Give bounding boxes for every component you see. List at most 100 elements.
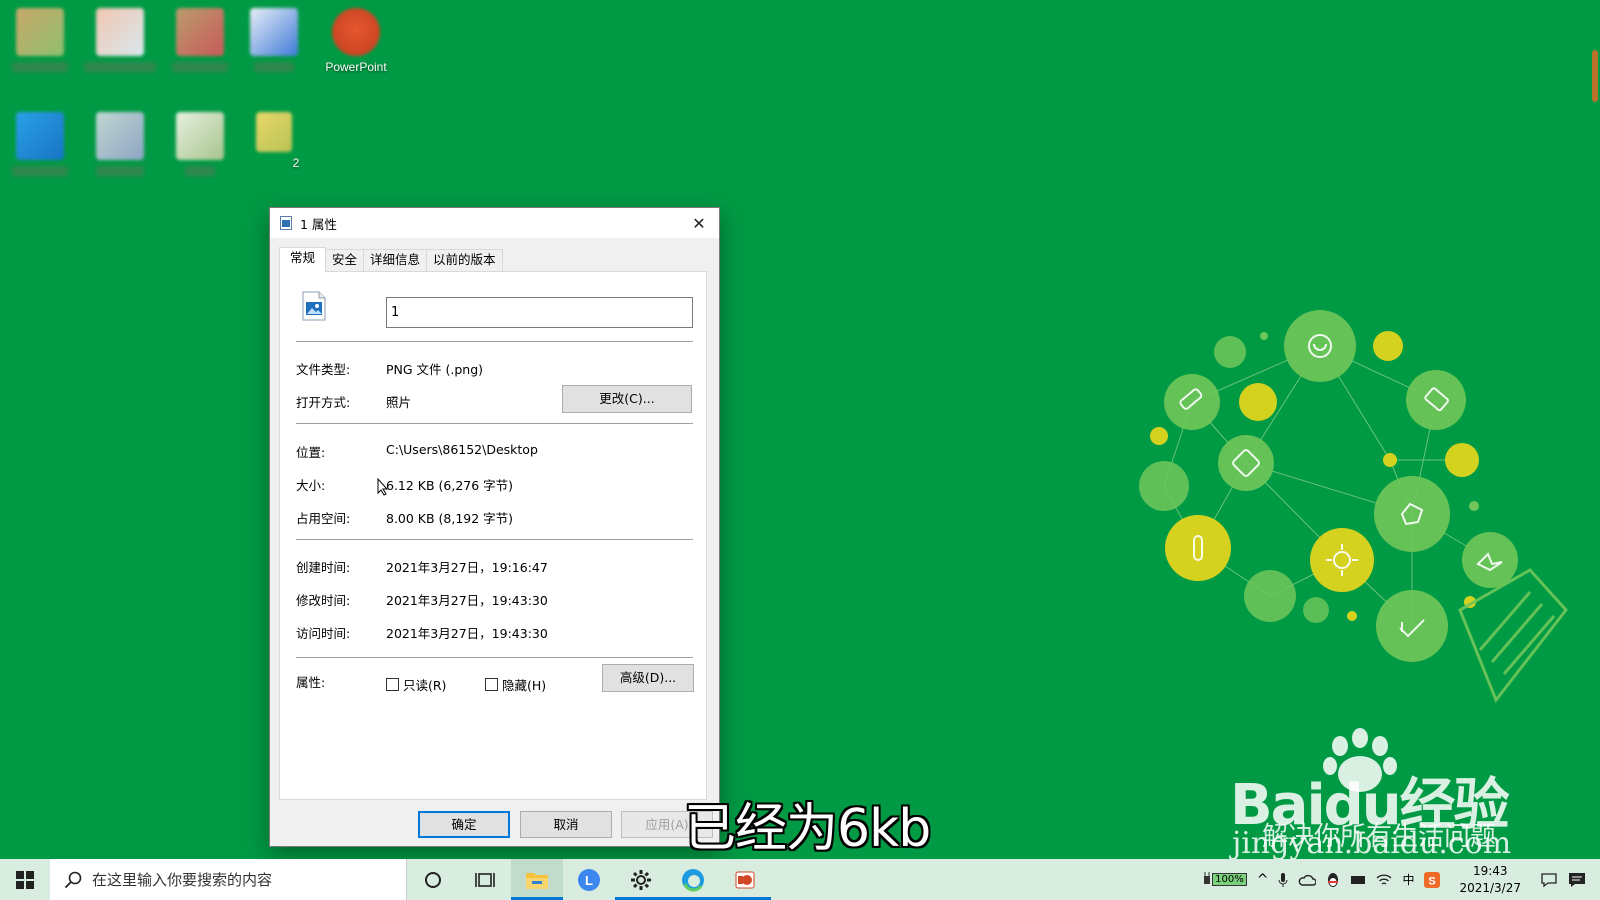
desktop-icon[interactable] [0,8,80,72]
device-tray[interactable] [1345,859,1371,900]
battery-percent: 100% [1212,873,1247,886]
desktop-icon[interactable] [80,8,160,72]
taskbar: 在这里输入你要搜索的内容 L 100% ^ 中 S 19:43 2021/3/2… [0,859,1600,900]
desktop-icon[interactable] [160,112,240,176]
file-type-label: 文件类型: [296,362,351,377]
sogou-s-icon: S [1424,871,1441,888]
wifi-tray[interactable] [1371,859,1397,900]
desktop-icon-label [185,166,215,176]
watermark-site: jingyan.baidu.com [1232,826,1512,861]
app-icon [16,8,64,56]
show-hidden-icons-button[interactable]: ^ [1252,859,1274,900]
taskbar-edge[interactable] [667,859,719,900]
clock-date: 2021/3/27 [1459,880,1521,895]
taskbar-powerpoint[interactable] [719,859,771,900]
change-button[interactable]: 更改(C)... [562,385,692,413]
input-method-tray[interactable]: 中 [1397,859,1419,900]
start-button[interactable] [0,859,50,900]
advanced-button[interactable]: 高级(D)... [602,664,694,692]
windows-logo-icon [16,870,34,889]
tab-security[interactable]: 安全 [325,249,365,271]
general-panel: 文件类型: PNG 文件 (.png) 打开方式: 照片 更改(C)... 位置… [279,271,707,800]
desktop-icon[interactable] [160,8,240,72]
desktop-icon[interactable] [0,112,80,176]
separator [296,657,693,658]
file-name-input[interactable] [386,297,693,328]
tab-general[interactable]: 常规 [279,247,327,272]
location-label: 位置: [296,445,326,460]
desktop-icon[interactable]: 2 [234,112,314,170]
ime-indicator: 中 [1402,873,1415,887]
app-icon [256,112,292,152]
app-icon [176,8,224,56]
notification-icon [1569,872,1585,887]
microphone-tray[interactable] [1273,859,1293,900]
modified-label: 修改时间: [296,593,351,608]
power-plug-icon [1204,871,1211,884]
search-placeholder: 在这里输入你要搜索的内容 [92,871,273,889]
tab-details[interactable]: 详细信息 [363,249,428,271]
scrollbar-thumb[interactable] [1592,50,1598,102]
qq-penguin-icon [1328,872,1339,887]
wallpaper-decoration [1139,310,1568,703]
tab-strip: 常规 安全 详细信息 以前的版本 [279,247,503,272]
task-view-button[interactable] [459,859,511,900]
checkbox-box[interactable] [485,678,498,691]
qq-tray[interactable] [1321,859,1345,900]
created-label: 创建时间: [296,560,351,575]
size-label: 大小: [296,478,326,493]
edge-browser-icon [682,868,704,891]
readonly-checkbox[interactable]: 只读(R) [386,675,446,694]
cancel-button[interactable]: 取消 [520,811,612,838]
size-value: 6.12 KB (6,276 字节) [386,478,514,493]
image-file-icon [280,216,292,230]
desktop-icon[interactable] [234,8,314,72]
tab-previous-versions[interactable]: 以前的版本 [426,249,503,271]
gear-icon [631,869,651,890]
hidden-checkbox[interactable]: 隐藏(H) [485,675,546,694]
taskbar-file-explorer[interactable] [511,859,563,900]
separator [296,423,693,424]
close-icon: ✕ [692,213,706,233]
desktop-icon-label [96,166,144,176]
desktop-icon-powerpoint[interactable]: PowerPoint [316,8,396,74]
close-button[interactable]: ✕ [679,208,719,238]
cortana-button[interactable] [407,859,459,900]
action-center-button[interactable] [1563,859,1600,900]
taskbar-search-box[interactable]: 在这里输入你要搜索的内容 [50,859,407,900]
checkbox-box[interactable] [386,678,399,691]
video-subtitle: 已经为6kb [684,799,931,859]
separator [296,539,693,540]
app-icon [96,112,144,160]
app-icon [176,112,224,160]
desktop-icon-label [12,62,68,72]
modified-value: 2021年3月27日，19:43:30 [386,593,548,608]
taskbar-app-l[interactable]: L [563,859,615,900]
png-file-icon [302,291,326,321]
properties-dialog: 1 属性 ✕ 常规 安全 详细信息 以前的版本 文件类型: PNG 文件 (.p… [269,207,720,847]
desktop-icon[interactable] [80,112,160,176]
onedrive-tray[interactable] [1293,859,1321,900]
desktop-icon-label: PowerPoint [325,60,387,74]
sogou-ime-tray[interactable]: S [1419,859,1445,900]
document-icon [250,8,298,56]
folder-icon [526,872,548,889]
svg-text:L: L [585,873,593,888]
ok-button[interactable]: 确定 [418,811,510,838]
cortana-icon [425,871,441,888]
people-tray[interactable] [1535,859,1563,900]
created-value: 2021年3月27日，19:16:47 [386,560,548,575]
chat-bubble-icon [1541,872,1557,887]
search-icon [64,871,82,888]
desktop-icon-label [254,62,294,72]
open-with-value: 照片 [386,395,412,410]
taskbar-clock[interactable]: 19:43 2021/3/27 [1445,859,1535,900]
location-value: C:\Users\86152\Desktop [386,442,538,457]
taskbar-settings[interactable] [615,859,667,900]
desktop-icon-label [84,62,156,72]
dialog-titlebar[interactable]: 1 属性 ✕ [270,208,719,238]
battery-indicator[interactable]: 100% [1197,859,1252,900]
desktop-icon-label [12,166,68,176]
readonly-label: 只读(R) [403,678,447,693]
hidden-label: 隐藏(H) [502,678,547,693]
